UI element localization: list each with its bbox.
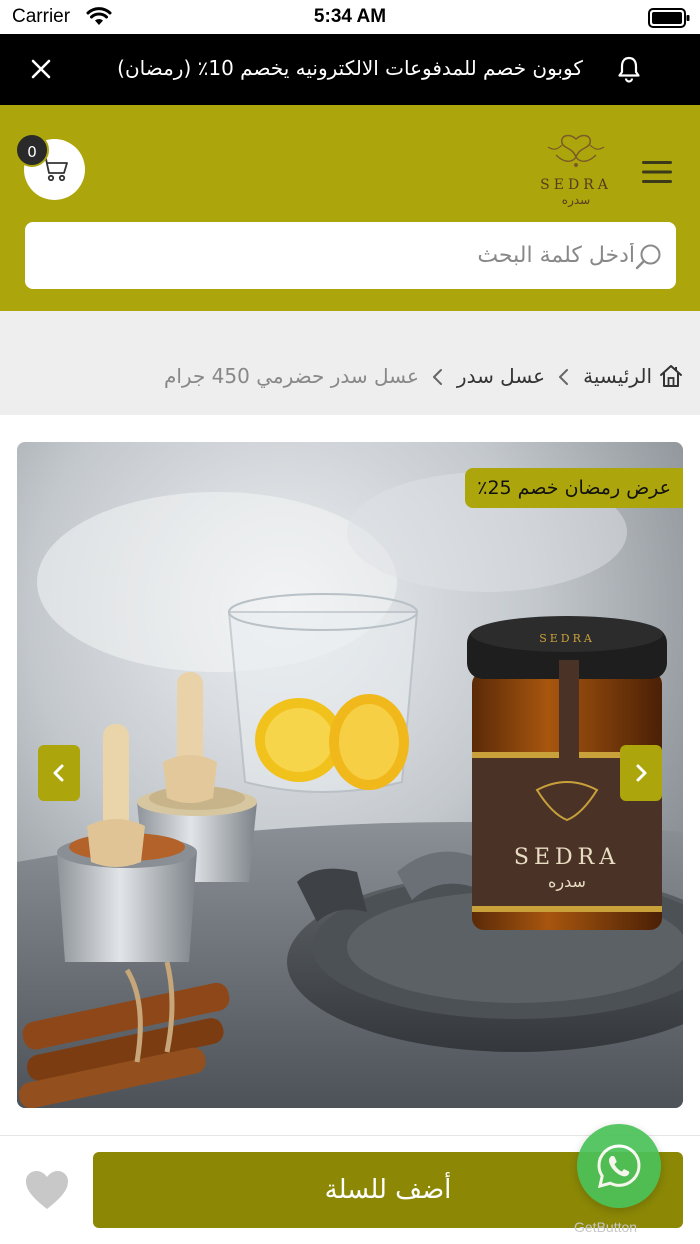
- lid-label: SEDRA: [539, 632, 595, 645]
- logo-mark-icon: [547, 134, 605, 167]
- search-input[interactable]: [35, 222, 635, 289]
- breadcrumb-category-link[interactable]: عسل سدر: [457, 364, 545, 388]
- logo-text-en: SEDRA: [540, 177, 612, 193]
- status-bar: Carrier 5:34 AM: [0, 0, 700, 34]
- jar-label-en: SEDRA: [514, 845, 620, 870]
- home-icon[interactable]: [658, 363, 684, 389]
- site-header: 0 SEDRA سدره: [0, 105, 700, 311]
- carousel-next-button[interactable]: [620, 745, 662, 801]
- chevron-left-icon: [431, 367, 445, 385]
- announcement-text: كوبون خصم للمدفوعات الالكترونيه يخصم 10٪…: [117, 56, 583, 80]
- announcement-bar: كوبون خصم للمدفوعات الالكترونيه يخصم 10٪…: [0, 34, 700, 105]
- product-image[interactable]: SEDRA سدره SEDRA عرض رمضان خصم 25٪: [17, 442, 683, 1108]
- sedra-logo[interactable]: SEDRA سدره: [528, 133, 624, 209]
- jar-label-ar: سدره: [548, 872, 586, 892]
- hamburger-menu-icon[interactable]: [640, 157, 674, 187]
- chevron-left-icon: [557, 367, 571, 385]
- product-section: SEDRA سدره SEDRA عرض رمضان خصم 25٪: [0, 415, 700, 1135]
- breadcrumb: الرئيسية عسل سدر عسل سدر حضرمي 450 جرام: [164, 363, 684, 389]
- chevron-left-icon: [53, 764, 64, 782]
- breadcrumb-area: الرئيسية عسل سدر عسل سدر حضرمي 450 جرام: [0, 311, 700, 415]
- getbutton-label: GetButton: [574, 1219, 638, 1235]
- search-icon[interactable]: [634, 242, 664, 276]
- logo-text-ar: سدره: [561, 193, 591, 207]
- battery-icon: [648, 8, 690, 32]
- chevron-right-icon: [636, 764, 647, 782]
- breadcrumb-current: عسل سدر حضرمي 450 جرام: [163, 364, 419, 388]
- close-icon[interactable]: [26, 54, 56, 84]
- whatsapp-icon: [597, 1144, 641, 1189]
- whatsapp-button[interactable]: [577, 1124, 661, 1208]
- heart-icon[interactable]: [24, 1169, 70, 1211]
- bell-icon[interactable]: [614, 54, 644, 88]
- clock: 5:34 AM: [313, 6, 387, 27]
- breadcrumb-home-link[interactable]: الرئيسية: [583, 364, 652, 388]
- offer-badge: عرض رمضان خصم 25٪: [465, 468, 683, 508]
- carousel-prev-button[interactable]: [38, 745, 80, 801]
- search-box[interactable]: [25, 222, 676, 289]
- cart-count-badge: 0: [15, 133, 49, 167]
